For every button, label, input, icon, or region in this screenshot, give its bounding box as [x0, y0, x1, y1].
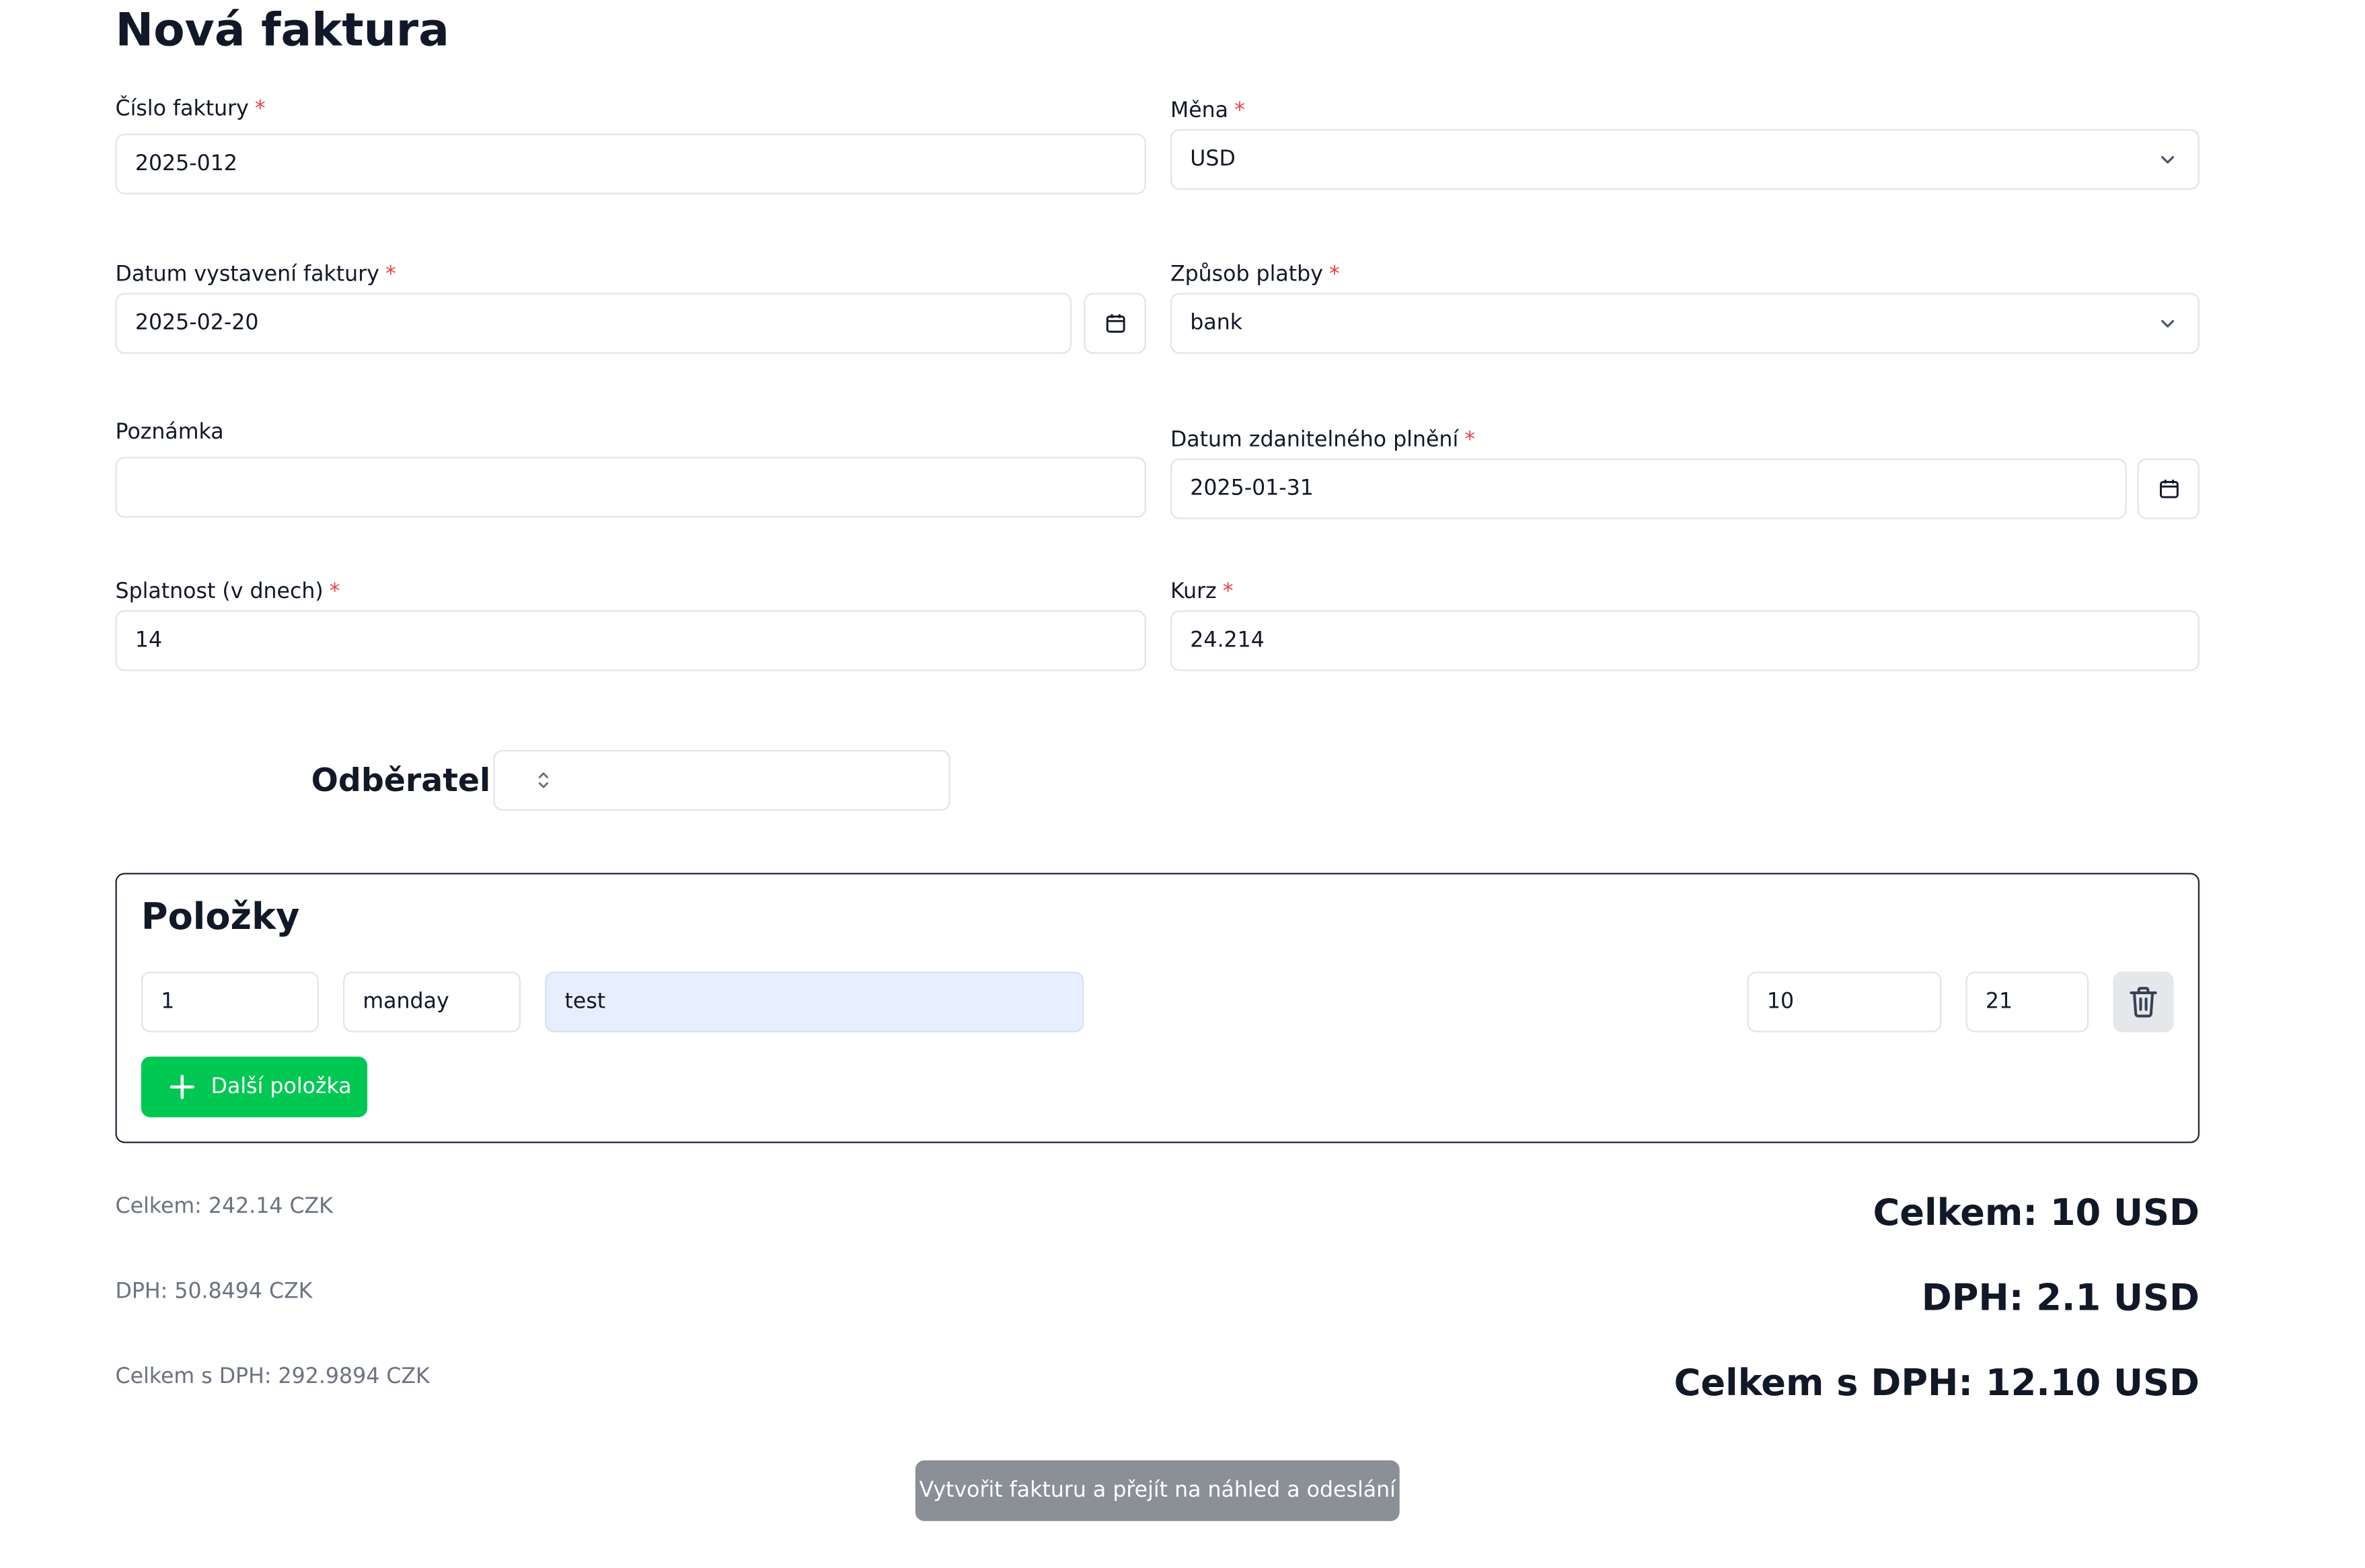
plus-icon — [170, 1074, 194, 1099]
calendar-icon — [2158, 480, 2178, 498]
total-usd: Celkem: 10 USD — [1873, 1191, 2200, 1234]
issue-date-calendar-button[interactable] — [1084, 293, 1146, 354]
taxable-date-label: Datum zdanitelného plnění * — [1170, 428, 1475, 452]
required-mark: * — [385, 262, 396, 287]
taxable-date-value: 2025-01-31 — [1190, 476, 1314, 501]
item-vat-input[interactable]: 21 — [1965, 971, 2089, 1033]
invoice-number-input[interactable]: 2025-012 — [115, 133, 1146, 194]
currency-label-text: Měna — [1170, 98, 1229, 123]
rate-input[interactable]: 24.214 — [1170, 610, 2200, 671]
rate-label-text: Kurz — [1170, 580, 1217, 605]
chevrons-up-down-icon — [538, 772, 549, 788]
invoice-page: Nová faktura Číslo faktury * 2025-012 Měn… — [0, 0, 2365, 1568]
note-label: Poznámka — [116, 420, 224, 445]
vat-czk: DPH: 50.8494 CZK — [115, 1279, 313, 1304]
due-days-label-text: Splatnost (v dnech) — [115, 580, 324, 605]
invoice-number-value: 2025-012 — [135, 151, 237, 176]
required-mark: * — [1328, 262, 1340, 287]
total-with-vat-czk: Celkem s DPH: 292.9894 CZK — [115, 1364, 430, 1389]
calendar-icon — [1105, 314, 1125, 333]
item-price-value: 10 — [1766, 990, 1795, 1014]
item-unit-input[interactable]: manday — [343, 971, 521, 1033]
currency-value: USD — [1190, 147, 1236, 172]
invoice-number-label: Číslo faktury * — [116, 97, 266, 121]
due-days-label: Splatnost (v dnech) * — [116, 580, 340, 604]
payment-method-label-text: Způsob platby — [1170, 262, 1323, 287]
item-vat-value: 21 — [1985, 990, 2013, 1014]
invoice-number-label-text: Číslo faktury — [115, 97, 249, 122]
item-quantity-input[interactable]: 1 — [141, 971, 319, 1033]
trash-icon — [2130, 987, 2157, 1018]
note-input[interactable] — [115, 457, 1146, 518]
due-days-input[interactable]: 14 — [115, 610, 1146, 671]
issue-date-input[interactable]: 2025-02-20 — [115, 293, 1072, 354]
items-title: Položky — [141, 895, 300, 938]
chevron-down-icon — [2161, 320, 2175, 328]
required-mark: * — [1222, 580, 1234, 605]
rate-label: Kurz * — [1170, 580, 1234, 604]
payment-method-label: Způsob platby * — [1170, 262, 1340, 287]
total-with-vat-usd: Celkem s DPH: 12.10 USD — [1674, 1361, 2200, 1405]
delete-item-button[interactable] — [2113, 971, 2174, 1033]
note-label-text: Poznámka — [115, 420, 224, 445]
currency-label: Měna * — [1170, 99, 1245, 123]
create-invoice-label: Vytvořit fakturu a přejít na náhled a od… — [919, 1479, 1396, 1503]
add-item-button[interactable]: Další položka — [141, 1056, 368, 1117]
chevron-down-icon — [2161, 155, 2175, 164]
page-title: Nová faktura — [115, 4, 449, 58]
taxable-date-input[interactable]: 2025-01-31 — [1170, 458, 2127, 519]
create-invoice-button[interactable]: Vytvořit fakturu a přejít na náhled a od… — [915, 1460, 1400, 1522]
payment-method-value: bank — [1190, 311, 1243, 336]
issue-date-label-text: Datum vystavení faktury — [115, 262, 379, 287]
item-unit-value: manday — [363, 990, 449, 1014]
required-mark: * — [1234, 98, 1245, 123]
item-price-input[interactable]: 10 — [1747, 971, 1942, 1033]
total-czk: Celkem: 242.14 CZK — [115, 1195, 333, 1220]
add-item-label: Další položka — [211, 1074, 352, 1099]
required-mark: * — [329, 580, 340, 605]
customer-combobox[interactable] — [493, 749, 950, 811]
issue-date-value: 2025-02-20 — [135, 311, 259, 336]
taxable-date-calendar-button[interactable] — [2137, 458, 2200, 519]
required-mark: * — [254, 97, 266, 122]
due-days-value: 14 — [135, 628, 163, 653]
item-quantity-value: 1 — [161, 990, 175, 1014]
item-description-input[interactable]: test — [545, 971, 1084, 1033]
rate-value: 24.214 — [1190, 628, 1265, 653]
payment-method-select[interactable]: bank — [1170, 293, 2200, 354]
customer-label: Odběratel — [311, 761, 491, 799]
item-description-value: test — [564, 990, 606, 1014]
vat-usd: DPH: 2.1 USD — [1921, 1276, 2200, 1320]
required-mark: * — [1464, 428, 1476, 453]
taxable-date-label-text: Datum zdanitelného plnění — [1170, 428, 1459, 453]
issue-date-label: Datum vystavení faktury * — [116, 262, 396, 287]
currency-select[interactable]: USD — [1170, 128, 2200, 190]
